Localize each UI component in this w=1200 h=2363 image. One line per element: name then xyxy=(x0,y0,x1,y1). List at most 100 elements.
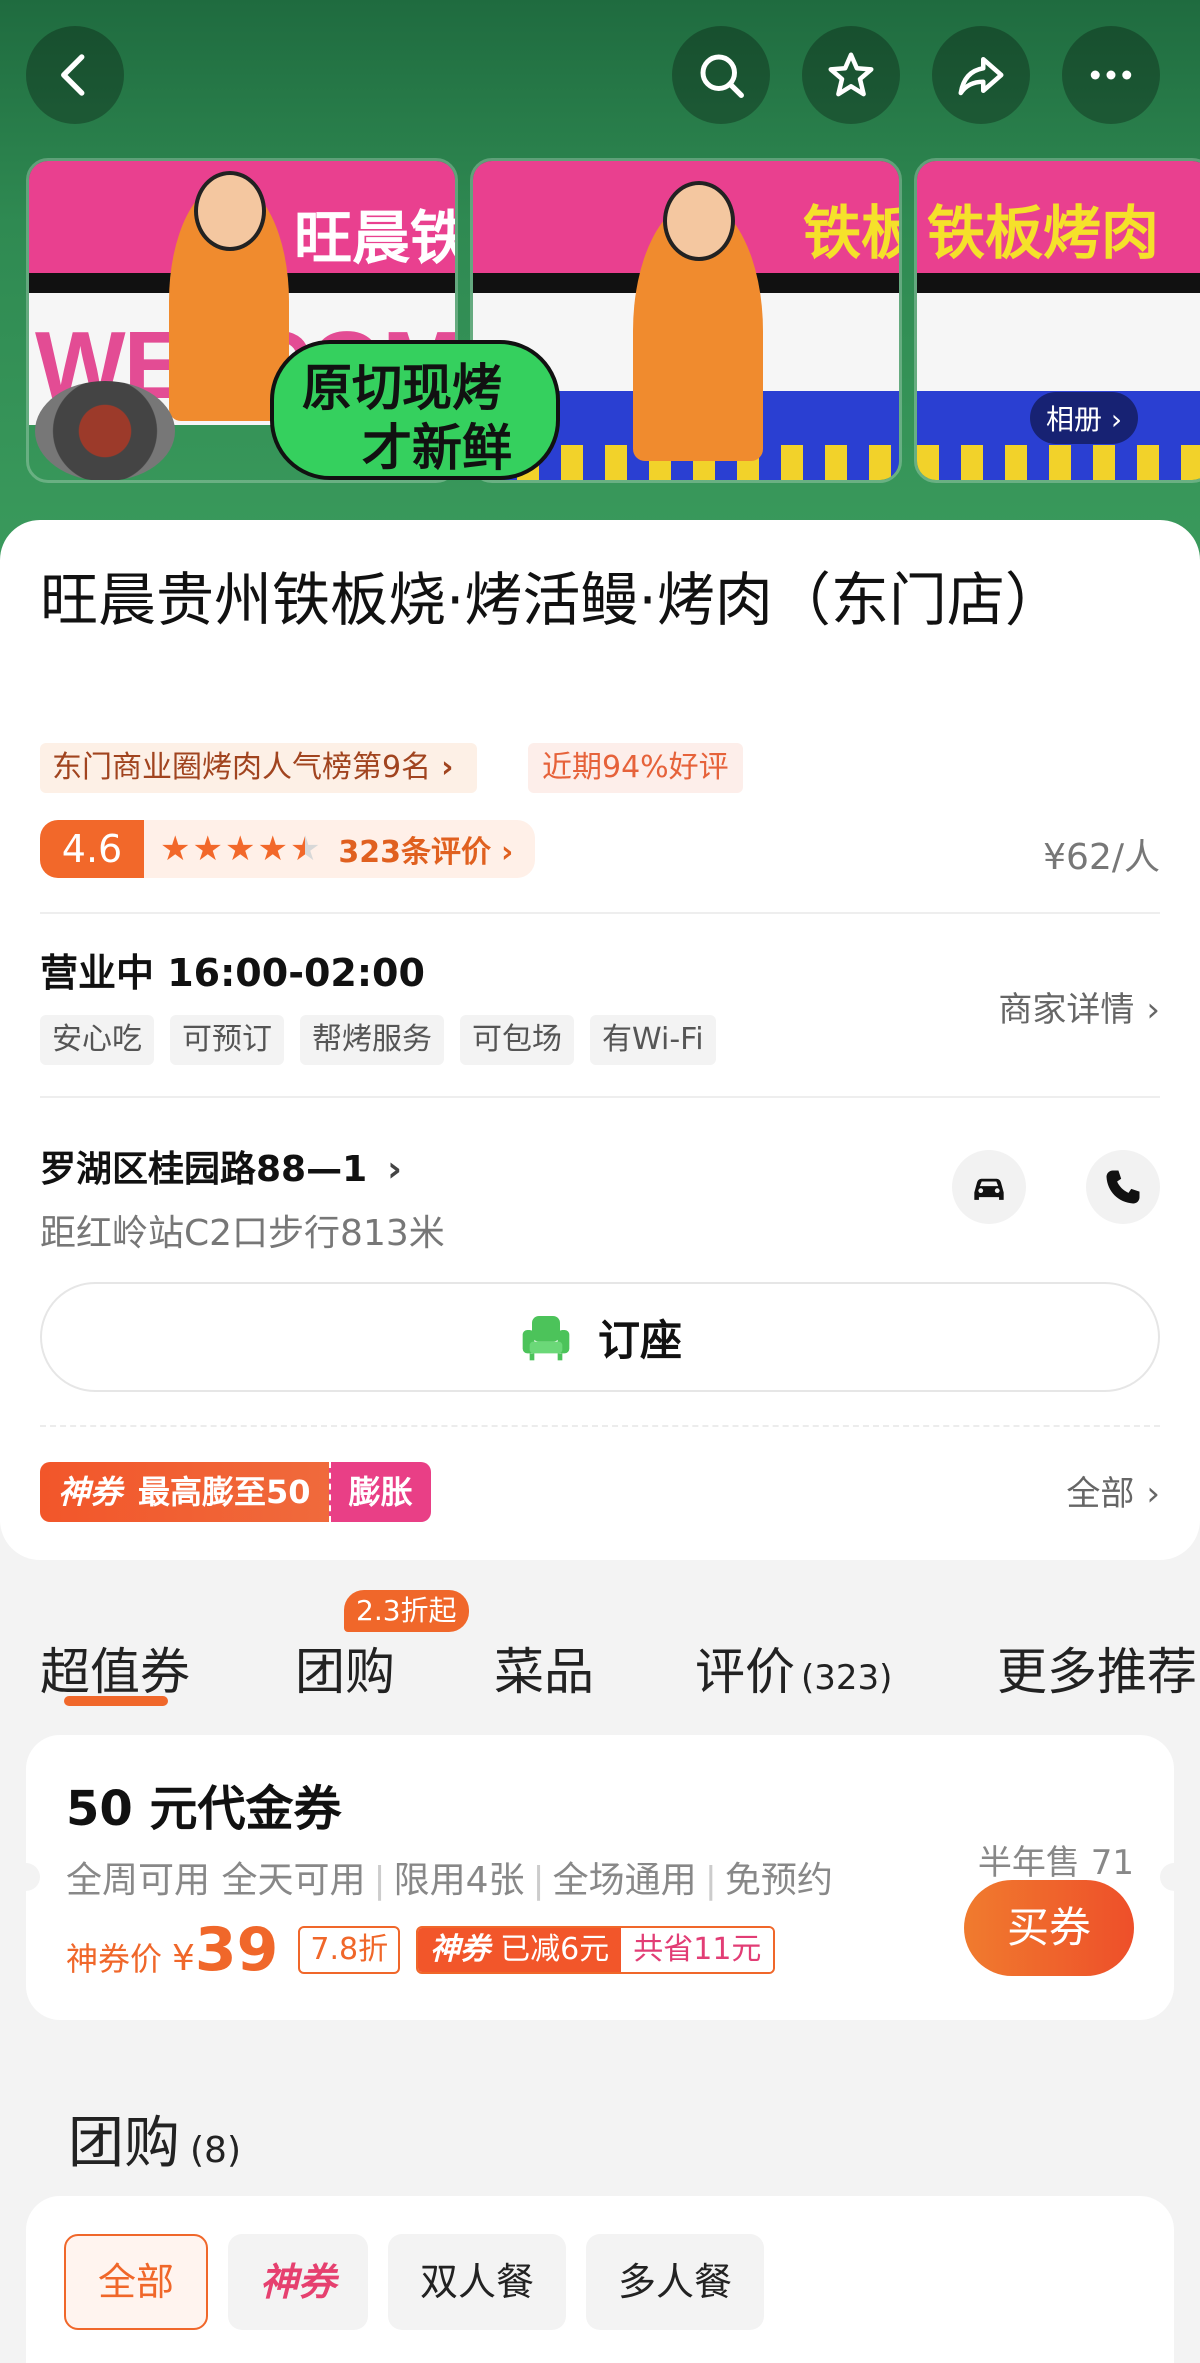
album-button[interactable]: 相册 › xyxy=(1030,392,1139,444)
share-button[interactable] xyxy=(932,26,1030,124)
voucher-rule: 全场通用 xyxy=(552,1860,697,1901)
divider xyxy=(40,912,1160,914)
buy-voucher-button[interactable]: 买券 xyxy=(964,1880,1134,1976)
back-button[interactable] xyxy=(26,26,124,124)
voucher-title: 50 元代金券 xyxy=(66,1781,342,1837)
photo-band xyxy=(917,445,1200,480)
group-count: (8) xyxy=(190,2130,241,2171)
address-link[interactable]: 罗湖区桂园路88—1 › xyxy=(40,1140,402,1192)
all-label: 全部 xyxy=(1066,1474,1135,1514)
avg-price: ¥62/人 xyxy=(1043,837,1160,878)
star-icon: ★ xyxy=(192,829,223,869)
chevron-right-icon: › xyxy=(1146,1474,1160,1514)
feature-tags: 安心吃 可预订 帮烤服务 可包场 有Wi-Fi xyxy=(40,1015,732,1065)
tab-dishes[interactable]: 菜品 xyxy=(494,1632,594,1704)
discount-badge: 7.8折 xyxy=(298,1926,401,1974)
tab-reviews[interactable]: 评价 (323) xyxy=(695,1632,892,1704)
filter-super-coupon[interactable]: 神券 xyxy=(228,2234,369,2330)
search-button[interactable] xyxy=(672,26,770,124)
voucher-rule: 全天可用 xyxy=(221,1860,366,1901)
separator: | xyxy=(373,1860,386,1901)
voucher-rule: 全周可用 xyxy=(66,1860,211,1901)
card-notch xyxy=(26,1863,40,1891)
coupon-brand-label: 神券 xyxy=(430,1932,491,1967)
feature-tag: 有Wi-Fi xyxy=(590,1015,716,1065)
dashed-divider xyxy=(40,1425,1160,1427)
currency-symbol: ¥ xyxy=(172,1938,195,1979)
tab-reviews-label: 评价 xyxy=(695,1643,795,1701)
distance-text: 距红岭站C2口步行813米 xyxy=(40,1213,445,1254)
coupon-banner[interactable]: 神券 最高膨至50 膨胀 xyxy=(40,1462,431,1522)
active-tab-indicator xyxy=(64,1696,168,1706)
filter-two-person[interactable]: 双人餐 xyxy=(388,2234,567,2330)
address-text: 罗湖区桂园路88—1 xyxy=(40,1149,368,1190)
separator: | xyxy=(532,1860,545,1901)
filter-multi-person[interactable]: 多人餐 xyxy=(586,2234,765,2330)
chevron-right-icon: › xyxy=(501,835,514,870)
all-coupons-link[interactable]: 全部 › xyxy=(1066,1466,1160,1515)
photo-gallery[interactable]: WELCOME TO 旺晨铁 铁板烧 xyxy=(26,158,1200,483)
feature-tag: 可预订 xyxy=(170,1015,284,1065)
photo-sign-text: 铁板烤肉 xyxy=(927,199,1160,267)
tab-reviews-count: (323) xyxy=(801,1658,893,1698)
photo-band xyxy=(917,273,1200,293)
group-filters: 全部 神券 双人餐 多人餐 xyxy=(64,2234,784,2330)
good-review-tag: 近期94%好评 xyxy=(528,743,743,793)
book-seat-button[interactable]: 订座 xyxy=(40,1282,1160,1392)
chevron-right-icon: › xyxy=(1146,990,1160,1030)
star-icon: ★ xyxy=(257,829,288,869)
review-count-text: 323条评价 xyxy=(338,835,492,870)
car-icon xyxy=(974,1178,1004,1200)
group-filter-card: 全部 神券 双人餐 多人餐 xyxy=(26,2196,1174,2363)
stars-box: ★ ★ ★ ★ ★ 323条评价 › xyxy=(144,820,536,878)
shop-name: 旺晨贵州铁板烧·烤活鳗·烤肉（东门店） xyxy=(40,566,1063,634)
merchant-detail-link[interactable]: 商家详情 › xyxy=(998,982,1160,1031)
feature-tag: 可包场 xyxy=(460,1015,574,1065)
voucher-rule: 限用4张 xyxy=(393,1860,525,1901)
rating-row[interactable]: 4.6 ★ ★ ★ ★ ★ 323条评价 › xyxy=(40,820,536,878)
voucher-rule: 免预约 xyxy=(724,1860,833,1901)
grill-illustration xyxy=(35,381,175,480)
divider xyxy=(40,1096,1160,1098)
tab-more-recommend[interactable]: 更多推荐 xyxy=(997,1632,1197,1704)
coupon-banner-text: 最高膨至50 xyxy=(138,1473,311,1511)
hero-header: WELCOME TO 旺晨铁 铁板烧 xyxy=(0,0,1200,560)
coupon-banner-left: 神券 最高膨至50 xyxy=(40,1462,329,1522)
voucher-price-row: 神券价 ¥ 39 7.8折 神券 已减6元 共省11元 xyxy=(66,1915,776,1985)
rank-tag[interactable]: 东门商业圈烤肉人气榜第9名 › xyxy=(40,743,478,793)
back-arrow-icon xyxy=(61,54,85,96)
chevron-right-icon: › xyxy=(441,750,454,785)
more-dots-icon xyxy=(1090,70,1132,80)
filter-all[interactable]: 全部 xyxy=(64,2234,209,2330)
book-seat-label: 订座 xyxy=(597,1315,682,1365)
share-icon xyxy=(958,57,1004,96)
sold-count: 半年售 71 xyxy=(977,1843,1134,1883)
voucher-price: 39 xyxy=(194,1915,279,1985)
coupon-expand-label: 膨胀 xyxy=(328,1462,431,1522)
favorite-button[interactable] xyxy=(802,26,900,124)
tab-value-coupon[interactable]: 超值券 xyxy=(40,1632,190,1704)
taxi-button[interactable] xyxy=(952,1150,1026,1224)
slogan-line-2: 才新鲜 xyxy=(362,419,512,477)
group-discount-badge: 2.3折起 xyxy=(344,1590,469,1632)
phone-icon xyxy=(1106,1170,1140,1204)
tab-group-buy[interactable]: 团购 xyxy=(295,1632,395,1704)
feature-tag: 帮烤服务 xyxy=(300,1015,444,1065)
shop-info-card: 旺晨贵州铁板烧·烤活鳗·烤肉（东门店） 东门商业圈烤肉人气榜第9名 › 近期94%… xyxy=(0,520,1200,1560)
section-tabs: 2.3折起 超值券 团购 菜品 评价 (323) 更多推荐 xyxy=(0,1590,1200,1720)
savings-cut: 神券 已减6元 xyxy=(418,1928,622,1972)
phone-button[interactable] xyxy=(1086,1150,1160,1224)
slogan-bubble: 原切现烤 才新鲜 xyxy=(270,340,560,480)
review-count-link[interactable]: 323条评价 › xyxy=(338,827,513,871)
rating-score: 4.6 xyxy=(40,820,144,878)
voucher-card[interactable]: 50 元代金券 全周可用 全天可用 | 限用4张 | 全场通用 | 免预约 神券价 ¥ 39… xyxy=(26,1735,1174,2020)
group-section-title: 团购 (8) xyxy=(68,2098,241,2179)
separator: | xyxy=(704,1860,717,1901)
business-hours: 营业中 16:00-02:00 xyxy=(40,951,425,995)
feature-tag: 安心吃 xyxy=(40,1015,154,1065)
star-half-icon: ★ xyxy=(289,829,321,869)
rank-tag-label: 东门商业圈烤肉人气榜第9名 xyxy=(52,750,432,785)
more-button[interactable] xyxy=(1062,26,1160,124)
coupon-brand-label: 神券 xyxy=(58,1473,123,1511)
chevron-right-icon: › xyxy=(387,1149,402,1190)
